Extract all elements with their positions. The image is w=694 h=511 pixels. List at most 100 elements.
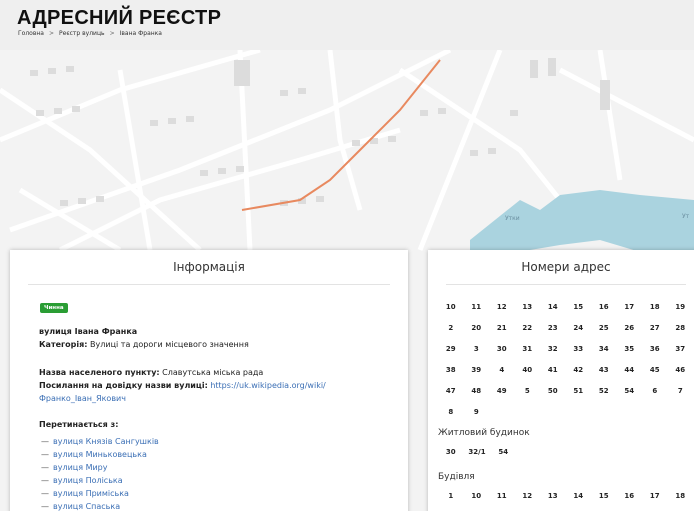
house-number-link[interactable]: 44: [618, 361, 642, 379]
divider: [28, 284, 390, 285]
house-number-link[interactable]: 43: [592, 361, 616, 379]
category-line: Категорія: Вулиці та дороги місцевого зн…: [39, 340, 249, 349]
house-number-link[interactable]: 27: [643, 319, 667, 337]
house-number-link[interactable]: 13: [516, 298, 540, 316]
street-name: вулиця Івана Франка: [39, 327, 138, 336]
water-label: Ут: [682, 213, 690, 220]
house-number-link[interactable]: 40: [516, 361, 540, 379]
river-water: [470, 190, 694, 255]
house-number-link[interactable]: 11: [465, 298, 489, 316]
house-number-link[interactable]: 34: [592, 340, 616, 358]
water-label: Утки: [505, 215, 520, 222]
house-number-link[interactable]: 11: [490, 487, 514, 505]
house-number-link[interactable]: 46: [669, 361, 693, 379]
house-number-link[interactable]: 7: [669, 382, 693, 400]
house-number-link[interactable]: 32/1: [465, 443, 490, 461]
house-number-link[interactable]: 24: [567, 319, 591, 337]
crosses-label: Перетинається з:: [39, 420, 119, 429]
reference-label: Посилання на довідку назви вулиці:: [39, 381, 208, 390]
house-number-link[interactable]: 45: [643, 361, 667, 379]
list-item[interactable]: — вулиця Миру: [41, 461, 159, 474]
settlement-label: Назва населеного пункту:: [39, 368, 160, 377]
house-number-link[interactable]: 18: [669, 487, 693, 505]
house-number-link[interactable]: 28: [669, 319, 693, 337]
list-item[interactable]: — вулиця Миньковецька: [41, 448, 159, 461]
list-item[interactable]: — вулиця Приміська: [41, 487, 159, 500]
house-number-link[interactable]: 10: [439, 298, 463, 316]
house-number-link[interactable]: 17: [618, 298, 642, 316]
residential-section-label: Житловий будинок: [438, 428, 530, 438]
info-panel: Інформація Чинна вулиця Івана Франка Кат…: [10, 250, 408, 511]
house-number-link[interactable]: 3: [465, 340, 489, 358]
list-item[interactable]: — вулиця Спаська: [41, 500, 159, 511]
house-number-link[interactable]: 54: [492, 443, 516, 461]
house-number-link[interactable]: 21: [490, 319, 514, 337]
house-number-link[interactable]: 13: [541, 487, 565, 505]
house-number-link[interactable]: 6: [643, 382, 667, 400]
breadcrumb-street-registry[interactable]: Реєстр вулиць: [59, 30, 105, 37]
house-number-link[interactable]: 20: [465, 319, 489, 337]
house-number-link[interactable]: 54: [618, 382, 642, 400]
house-number-link[interactable]: 2: [439, 319, 463, 337]
list-item[interactable]: — вулиця Поліська: [41, 474, 159, 487]
house-number-link[interactable]: 42: [567, 361, 591, 379]
category-label: Категорія:: [39, 340, 88, 349]
breadcrumb-current: Івана Франка: [119, 30, 162, 37]
house-number-link[interactable]: 15: [592, 487, 616, 505]
house-number-link[interactable]: 30: [490, 340, 514, 358]
house-number-link[interactable]: 15: [567, 298, 591, 316]
house-number-link[interactable]: 37: [669, 340, 693, 358]
house-number-link[interactable]: 12: [516, 487, 540, 505]
settlement-line: Назва населеного пункту: Славутська місь…: [39, 368, 263, 377]
building-section-label: Будівля: [438, 472, 475, 482]
house-number-link[interactable]: 49: [490, 382, 514, 400]
house-number-link[interactable]: 35: [618, 340, 642, 358]
house-number-link[interactable]: 30: [439, 443, 463, 461]
list-item[interactable]: — вулиця Князів Сангушків: [41, 435, 159, 448]
house-number-link[interactable]: 52: [592, 382, 616, 400]
house-number-grid: 30 32/1 54: [439, 443, 694, 464]
category-value: Вулиці та дороги місцевого значення: [90, 340, 249, 349]
breadcrumb-home[interactable]: Головна: [18, 30, 44, 37]
house-number-link[interactable]: 31: [516, 340, 540, 358]
house-number-link[interactable]: 22: [516, 319, 540, 337]
house-number-link[interactable]: 23: [541, 319, 565, 337]
house-number-link[interactable]: 25: [592, 319, 616, 337]
house-number-link[interactable]: 16: [592, 298, 616, 316]
house-number-link[interactable]: 51: [567, 382, 591, 400]
house-number-link[interactable]: 38: [439, 361, 463, 379]
house-number-link[interactable]: 4: [490, 361, 514, 379]
house-number-link[interactable]: 14: [567, 487, 591, 505]
reference-link[interactable]: https://uk.wikipedia.org/wiki/: [210, 381, 325, 390]
house-number-link[interactable]: 5: [516, 382, 540, 400]
settlement-value: Славутська міська рада: [162, 368, 264, 377]
reference-line: Посилання на довідку назви вулиці: https…: [39, 381, 326, 390]
house-number-link[interactable]: 10: [465, 487, 489, 505]
breadcrumb-separator: >: [48, 30, 55, 37]
house-number-link[interactable]: 1: [439, 487, 463, 505]
house-number-link[interactable]: 33: [567, 340, 591, 358]
house-number-link[interactable]: 9: [465, 403, 489, 421]
house-number-link[interactable]: 29: [439, 340, 463, 358]
site-title[interactable]: АДРЕСНИЙ РЕЄСТР: [17, 7, 221, 30]
reference-link-continued[interactable]: Франко_Іван_Якович: [39, 394, 126, 403]
house-number-link[interactable]: 8: [439, 403, 463, 421]
map-buildings: [30, 58, 610, 206]
house-number-link[interactable]: 26: [618, 319, 642, 337]
house-number-link[interactable]: 47: [439, 382, 463, 400]
house-number-link[interactable]: 16: [618, 487, 642, 505]
house-number-link[interactable]: 48: [465, 382, 489, 400]
status-badge: Чинна: [40, 303, 68, 313]
house-number-link[interactable]: 39: [465, 361, 489, 379]
house-number-link[interactable]: 18: [643, 298, 667, 316]
house-number-link[interactable]: 12: [490, 298, 514, 316]
house-number-link[interactable]: 14: [541, 298, 565, 316]
house-number-grid: 1 10 11 12 13 14 15 16 17 18: [439, 487, 694, 508]
house-number-link[interactable]: 41: [541, 361, 565, 379]
info-panel-title: Інформація: [173, 260, 245, 274]
house-number-link[interactable]: 17: [643, 487, 667, 505]
house-number-link[interactable]: 36: [643, 340, 667, 358]
house-number-link[interactable]: 32: [541, 340, 565, 358]
house-number-link[interactable]: 19: [669, 298, 693, 316]
house-number-link[interactable]: 50: [541, 382, 565, 400]
